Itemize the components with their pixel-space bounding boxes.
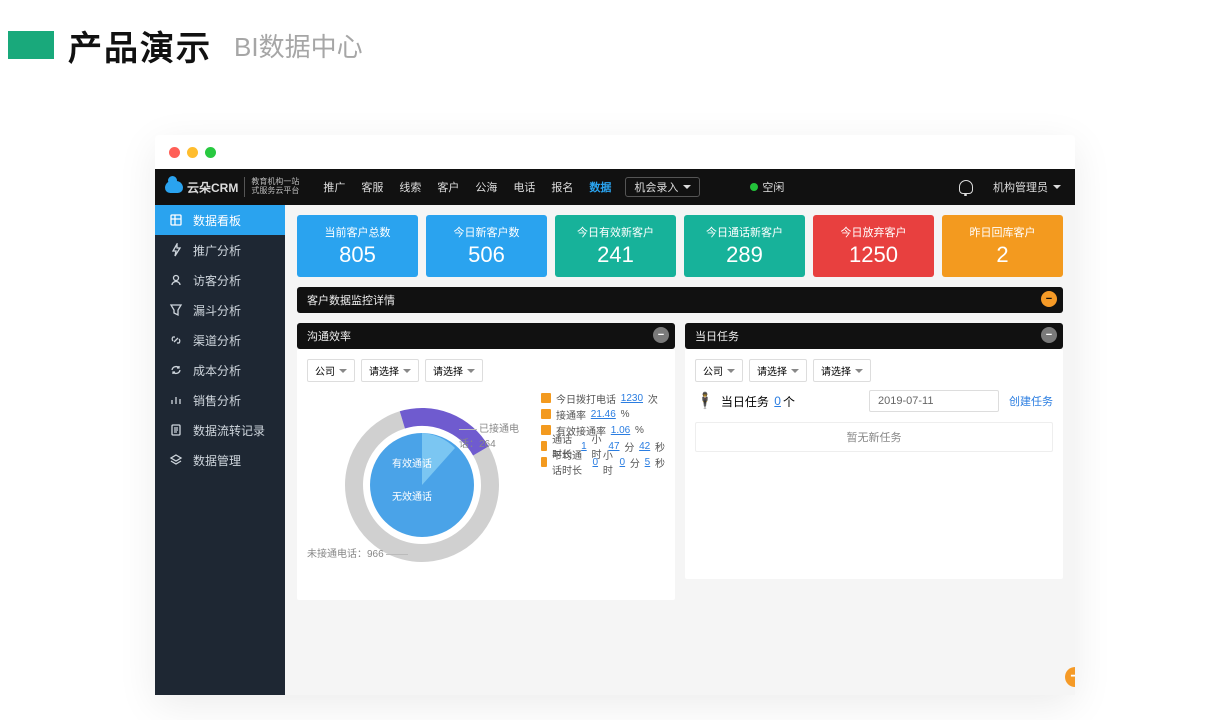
stat-card[interactable]: 今日新客户数506 [426,215,547,277]
doc-icon [169,423,183,437]
sidebar-item-funnel[interactable]: 漏斗分析 [155,295,285,325]
status-dot-icon [750,183,758,191]
link-icon [169,333,183,347]
layers-icon [169,453,183,467]
page-header: 产品演示 BI数据中心 [0,0,1210,90]
page-title: 产品演示 [68,21,212,70]
floating-collapse-button[interactable]: − [1065,667,1075,687]
chevron-down-icon [339,369,347,373]
nav-item-promo[interactable]: 推广 [315,169,353,205]
chevron-down-icon [683,185,691,189]
app-window: 云朵CRM 教育机构一站 式服务云平台 推广客服线索客户公海电话报名数据机会录入… [155,135,1075,695]
comm-metrics: 今日拨打电话 1230 次 接通率 21.46 % 有效接通率 1.06 % 通… [541,390,665,590]
window-titlebar [155,135,1075,169]
page-subtitle: BI数据中心 [234,27,363,64]
nav-item-calls[interactable]: 电话 [505,169,543,205]
date-input[interactable] [869,390,999,412]
user-icon [169,273,183,287]
task-empty-state: 暂无新任务 [695,422,1053,452]
nav-item-leads[interactable]: 线索 [391,169,429,205]
chevron-down-icon [403,369,411,373]
callout-missed: 未接通电话：966 [307,545,408,560]
filter-select[interactable]: 请选择 [361,359,419,382]
window-minimize-button[interactable] [187,147,198,158]
nav-item-opp[interactable]: 机会录入 [625,177,700,197]
dashboard-icon [169,213,183,227]
window-close-button[interactable] [169,147,180,158]
stat-card[interactable]: 今日有效新客户241 [555,215,676,277]
sidebar-item-promo[interactable]: 推广分析 [155,235,285,265]
create-task-link[interactable]: 创建任务 [1009,393,1053,409]
nav-item-data[interactable]: 数据 [581,169,619,205]
sidebar-item-sales[interactable]: 销售分析 [155,385,285,415]
filter-select2[interactable]: 请选择 [425,359,483,382]
collapse-button[interactable]: − [1041,291,1057,307]
nav-item-sea[interactable]: 公海 [467,169,505,205]
section-bar-tasks: 当日任务 − [685,323,1063,349]
collapse-button[interactable]: − [653,327,669,343]
status-pill[interactable]: 空闲 [750,179,784,195]
appbar: 云朵CRM 教育机构一站 式服务云平台 推广客服线索客户公海电话报名数据机会录入… [155,169,1075,205]
sidebar-item-dashboard[interactable]: 数据看板 [155,205,285,235]
chevron-down-icon [727,369,735,373]
user-menu[interactable]: 机构管理员 [993,179,1075,195]
sidebar-item-visitor[interactable]: 访客分析 [155,265,285,295]
window-maximize-button[interactable] [205,147,216,158]
stat-card[interactable]: 今日放弃客户1250 [813,215,934,277]
sidebar-item-manage[interactable]: 数据管理 [155,445,285,475]
sidebar-item-channel[interactable]: 渠道分析 [155,325,285,355]
comm-donut-chart: 有效通话 无效通话 未接通电话：966 已接通电话：264 [307,390,537,590]
cloud-icon [165,181,183,193]
stat-card[interactable]: 今日通话新客户289 [684,215,805,277]
section-bar-monitor: 客户数据监控详情 − [297,287,1063,313]
chevron-down-icon [791,369,799,373]
filter-company[interactable]: 公司 [695,359,743,382]
sidebar-item-cost[interactable]: 成本分析 [155,355,285,385]
main-content: 当前客户总数805今日新客户数506今日有效新客户241今日通话新客户289今日… [285,205,1075,695]
sidebar: 数据看板推广分析访客分析漏斗分析渠道分析成本分析销售分析数据流转记录数据管理 [155,205,285,695]
panel-tasks: 当日任务 − 公司 请选择 请选择 [685,313,1063,600]
stat-card[interactable]: 当前客户总数805 [297,215,418,277]
top-nav: 推广客服线索客户公海电话报名数据机会录入 [315,169,700,205]
collapse-button[interactable]: − [1041,327,1057,343]
stat-cards: 当前客户总数805今日新客户数506今日有效新客户241今日通话新客户289今日… [297,215,1063,277]
bolt-icon [169,243,183,257]
nav-item-customers[interactable]: 客户 [429,169,467,205]
bell-icon[interactable] [959,180,973,194]
panel-comm: 沟通效率 − 公司 请选择 请选择 [297,313,675,600]
chevron-down-icon [467,369,475,373]
logo[interactable]: 云朵CRM 教育机构一站 式服务云平台 [155,177,309,197]
filter-select2[interactable]: 请选择 [813,359,871,382]
nav-item-signup[interactable]: 报名 [543,169,581,205]
chevron-down-icon [1053,185,1061,189]
filter-select[interactable]: 请选择 [749,359,807,382]
filter-company[interactable]: 公司 [307,359,355,382]
sidebar-item-flow[interactable]: 数据流转记录 [155,415,285,445]
nav-item-service[interactable]: 客服 [353,169,391,205]
section-bar-comm: 沟通效率 − [297,323,675,349]
logo-text: 云朵CRM [187,179,238,196]
stat-card[interactable]: 昨日回库客户2 [942,215,1063,277]
bars-icon [169,393,183,407]
refresh-icon [169,363,183,377]
chevron-down-icon [855,369,863,373]
accent-block [8,31,54,59]
person-icon: 🕴 [695,391,715,411]
funnel-icon [169,303,183,317]
callout-connected: 已接通电话：264 [459,420,537,450]
